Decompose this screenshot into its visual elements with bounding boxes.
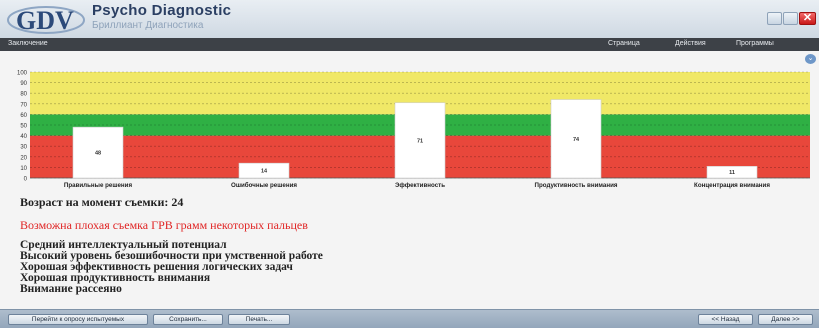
menu-item-page[interactable]: Страница — [608, 40, 640, 47]
y-tick-label: 60 — [20, 113, 27, 119]
section-label: Заключение — [8, 40, 48, 47]
menu-item-programs[interactable]: Программы — [736, 40, 774, 47]
print-button[interactable]: Печать... — [228, 314, 290, 325]
y-tick-label: 20 — [20, 155, 27, 161]
app-subtitle: Бриллиант Диагностика — [92, 20, 204, 31]
y-tick-label: 30 — [20, 145, 27, 151]
results-chart: 0 10 20 30 40 50 60 70 80 90 100 48 Правильные решен… — [17, 71, 810, 189]
y-tick-label: 50 — [20, 124, 27, 130]
app-title: Psycho Diagnostic — [92, 2, 232, 19]
bottom-toolbar: Перейти к опросу испытуемых Сохранить...… — [0, 309, 819, 328]
menu-item-actions[interactable]: Действия — [675, 40, 706, 47]
bar-value-label: 74 — [573, 137, 580, 143]
goto-tests-button[interactable]: Перейти к опросу испытуемых — [8, 314, 148, 325]
y-tick-label: 80 — [20, 92, 27, 98]
x-category-label: Концентрация внимания — [694, 182, 770, 189]
y-tick-label: 90 — [20, 81, 27, 87]
y-tick-label: 0 — [24, 177, 28, 183]
collapse-button[interactable]: ⌄ — [805, 54, 816, 64]
bar-value-label: 14 — [261, 169, 268, 175]
warning-text: Возможна плохая съемка ГРВ грамм некотор… — [20, 218, 308, 232]
svg-text:GDV: GDV — [16, 6, 74, 35]
save-button[interactable]: Сохранить... — [153, 314, 223, 325]
back-button[interactable]: << Назад — [698, 314, 753, 325]
gdv-logo: GDV — [7, 6, 85, 35]
maximize-button[interactable] — [783, 12, 798, 25]
x-category-label: Продуктивность внимания — [535, 182, 618, 189]
minimize-button[interactable] — [767, 12, 782, 25]
chevron-down-icon: ⌄ — [807, 55, 814, 62]
menu-bar: Заключение Страница Действия Программы — [0, 38, 819, 51]
bar-value-label: 48 — [95, 151, 101, 157]
close-button[interactable]: ✕ — [799, 12, 816, 25]
y-tick-label: 100 — [17, 71, 28, 77]
x-category-label: Эффективность — [395, 182, 445, 189]
close-icon: ✕ — [802, 12, 813, 24]
finding-item: Внимание рассеяно — [20, 283, 122, 295]
bar-value-label: 11 — [729, 170, 735, 176]
y-tick-label: 10 — [20, 166, 27, 172]
title-bar: GDV Psycho Diagnostic Бриллиант Диагност… — [0, 0, 819, 39]
findings-list: Средний интеллектуальный потенциал Высок… — [20, 239, 323, 295]
bar-value-label: 71 — [417, 138, 423, 144]
age-text: Возраст на момент съемки: 24 — [20, 195, 184, 209]
x-category-label: Ошибочные решения — [231, 182, 297, 189]
next-button[interactable]: Далее >> — [758, 314, 813, 325]
x-category-label: Правильные решения — [64, 182, 133, 189]
y-tick-label: 70 — [20, 102, 27, 108]
y-tick-label: 40 — [20, 134, 27, 140]
